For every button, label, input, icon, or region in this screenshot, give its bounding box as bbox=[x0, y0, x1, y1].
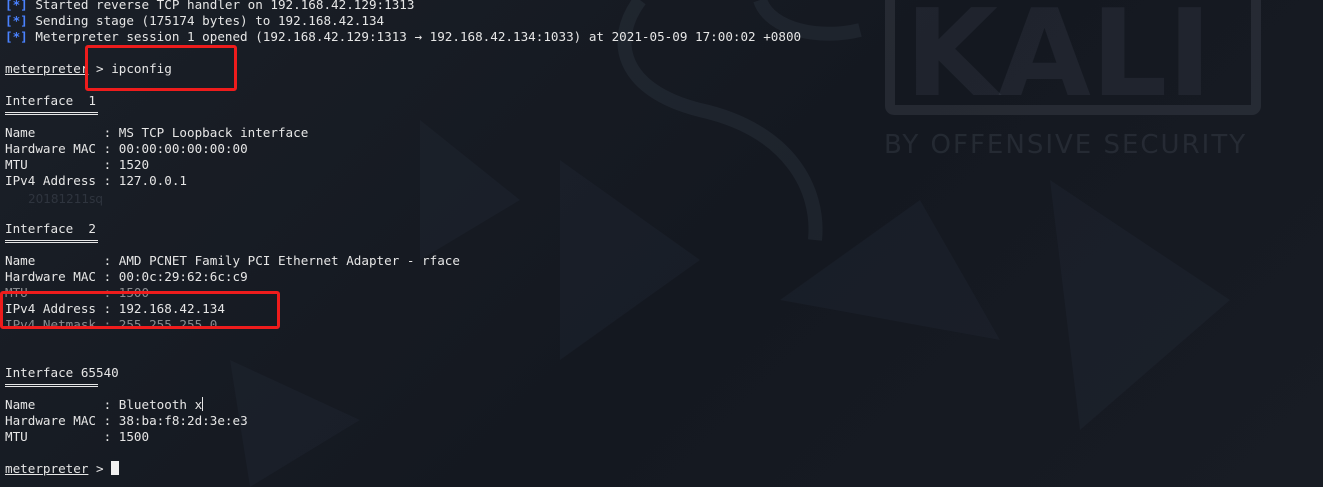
row-value: 00:00:00:00:00:00 bbox=[118, 141, 248, 156]
row-key: Hardware MAC bbox=[5, 413, 104, 428]
header-underline bbox=[5, 240, 98, 243]
kali-logo-text: KALI bbox=[905, 0, 1212, 124]
table-row: MTU : 1520 bbox=[5, 157, 150, 172]
table-row: Hardware MAC : 00:00:00:00:00:00 bbox=[5, 141, 248, 156]
kali-tagline: BY OFFENSIVE SECURITY bbox=[884, 130, 1248, 160]
log-line: [*] Started reverse TCP handler on 192.1… bbox=[5, 0, 414, 13]
table-row: Name : Bluetooth x bbox=[5, 397, 204, 412]
table-row: Name : AMD PCNET Family PCI Ethernet Ada… bbox=[5, 253, 460, 268]
command-text: ipconfig bbox=[111, 61, 172, 76]
row-value: 00:0c:29:62:6c:c9 bbox=[118, 269, 248, 284]
row-key: Name bbox=[5, 125, 104, 140]
row-key: Name bbox=[5, 397, 104, 412]
info-marker: [*] bbox=[5, 29, 28, 44]
header-underline bbox=[5, 112, 98, 115]
log-line: [*] Meterpreter session 1 opened (192.16… bbox=[5, 29, 801, 45]
terminal-window[interactable]: KALI BY OFFENSIVE SECURITY 20181211sq [*… bbox=[0, 0, 1323, 487]
interface-header: Interface 1 bbox=[5, 93, 96, 108]
table-row: Hardware MAC : 00:0c:29:62:6c:c9 bbox=[5, 269, 248, 284]
table-row: IPv4 Address : 127.0.0.1 bbox=[5, 173, 187, 188]
info-marker: [*] bbox=[5, 13, 28, 28]
prompt-symbol: > bbox=[96, 461, 104, 476]
log-text: Started reverse TCP handler on 192.168.4… bbox=[35, 0, 415, 12]
prompt-symbol: > bbox=[96, 61, 104, 76]
table-row: MTU : 1500 bbox=[5, 285, 150, 300]
row-key: Hardware MAC bbox=[5, 141, 104, 156]
prompt-label: meterpreter bbox=[5, 61, 89, 76]
row-key: MTU bbox=[5, 285, 104, 300]
log-line: [*] Sending stage (175174 bytes) to 192.… bbox=[5, 13, 384, 29]
row-key: MTU bbox=[5, 429, 104, 444]
table-row: Hardware MAC : 38:ba:f8:2d:3e:e3 bbox=[5, 413, 248, 428]
table-row: Name : MS TCP Loopback interface bbox=[5, 125, 309, 140]
table-row: MTU : 1500 bbox=[5, 429, 150, 444]
interface-header: Interface 2 bbox=[5, 221, 96, 236]
table-row: IPv4 Address : 192.168.42.134 bbox=[5, 301, 225, 316]
row-value: 192.168.42.134 bbox=[118, 301, 225, 316]
text-caret bbox=[202, 397, 204, 411]
prompt-label: meterpreter bbox=[5, 461, 89, 476]
log-text: Meterpreter session 1 opened (192.168.42… bbox=[35, 29, 802, 44]
row-value: Bluetooth x bbox=[118, 397, 203, 412]
row-value: AMD PCNET Family PCI Ethernet Adapter - … bbox=[118, 253, 460, 268]
row-key: IPv4 Address bbox=[5, 301, 104, 316]
command-line[interactable]: meterpreter > bbox=[5, 461, 120, 477]
command-line: meterpreter > ipconfig bbox=[5, 61, 172, 77]
row-key: Hardware MAC bbox=[5, 269, 104, 284]
row-value: 1500 bbox=[118, 285, 150, 300]
row-value: 255.255.255.0 bbox=[118, 317, 218, 332]
log-text: Sending stage (175174 bytes) to 192.168.… bbox=[35, 13, 385, 28]
row-key: Name bbox=[5, 253, 104, 268]
row-value: 127.0.0.1 bbox=[118, 173, 187, 188]
desktop-icon-label: 20181211sq bbox=[28, 192, 103, 206]
row-key: IPv4 Address bbox=[5, 173, 104, 188]
header-underline bbox=[5, 384, 98, 387]
table-row: IPv4 Netmask : 255.255.255.0 bbox=[5, 317, 218, 332]
row-value: 1520 bbox=[118, 157, 150, 172]
interface-header: Interface 65540 bbox=[5, 365, 119, 380]
row-value: 38:ba:f8:2d:3e:e3 bbox=[118, 413, 248, 428]
row-value: MS TCP Loopback interface bbox=[118, 125, 309, 140]
row-value: 1500 bbox=[118, 429, 150, 444]
row-key: MTU bbox=[5, 157, 104, 172]
terminal-cursor[interactable] bbox=[111, 461, 120, 475]
row-key: IPv4 Netmask bbox=[5, 317, 104, 332]
info-marker: [*] bbox=[5, 0, 28, 12]
